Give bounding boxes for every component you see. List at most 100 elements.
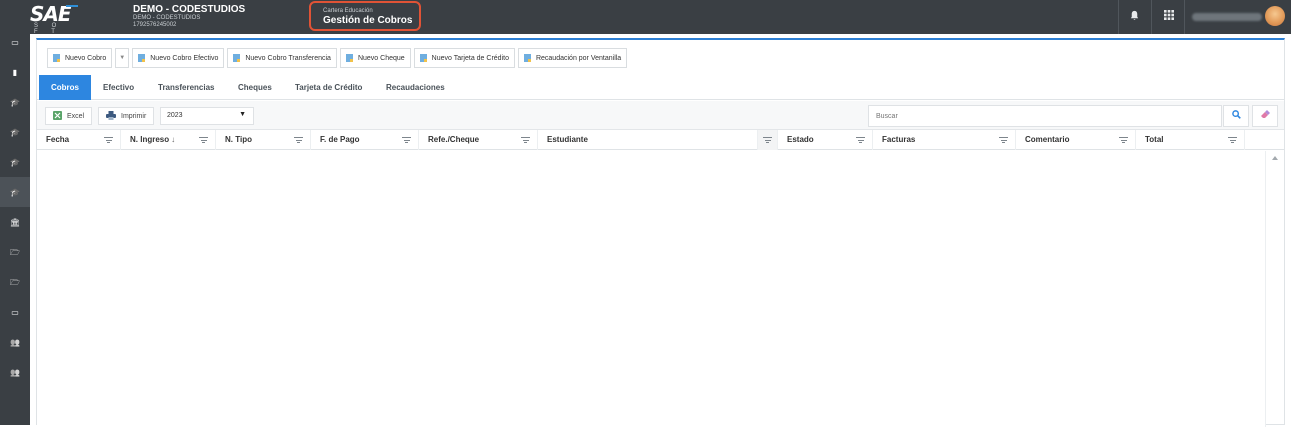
top-bar: SAE S O F T DEMO - CODESTUDIOS DEMO - CO…	[0, 0, 1291, 35]
recaudacion-ventanilla-button[interactable]: Recaudación por Ventanilla	[517, 48, 628, 68]
column-f-de-pago[interactable]: F. de Pago	[311, 130, 419, 150]
tab-tarjeta-credito[interactable]: Tarjeta de Crédito	[283, 75, 374, 100]
button-label: Recaudación por Ventanilla	[535, 54, 622, 62]
nuevo-cheque-button[interactable]: Nuevo Cheque	[339, 48, 411, 68]
app-logo[interactable]: SAE S O F T	[30, 2, 78, 35]
sidebar-item[interactable]: 🗁	[0, 267, 30, 297]
filter-icon[interactable]	[999, 137, 1008, 143]
column-n-ingreso[interactable]: N. Ingreso ↓	[121, 130, 216, 150]
sidebar-item[interactable]: 🏛	[0, 207, 30, 237]
column-estado[interactable]: Estado	[778, 130, 873, 150]
graduation-cap-icon: 🎓	[10, 188, 20, 197]
tab-cheques[interactable]: Cheques	[226, 75, 284, 100]
sidebar-item[interactable]: 🎓	[0, 177, 30, 207]
clear-filter-button[interactable]	[1252, 105, 1278, 127]
search-icon	[1231, 110, 1241, 121]
sidebar: ▭ ▮ 🎓 🎓 🎓 🎓 🏛 🗁 🗁 ▭ 👥 👥	[0, 34, 30, 425]
column-label: N. Ingreso	[130, 135, 170, 144]
tab-bar: Cobros Efectivo Transferencias Cheques T…	[37, 75, 1284, 100]
nuevo-cobro-transferencia-button[interactable]: Nuevo Cobro Transferencia	[227, 48, 337, 68]
filter-icon[interactable]	[402, 137, 411, 143]
module-indicator: Cartera Educación Gestión de Cobros	[309, 1, 421, 31]
sidebar-item[interactable]: 🎓	[0, 117, 30, 147]
button-label: Imprimir	[121, 112, 147, 120]
filter-icon[interactable]	[763, 137, 772, 143]
id-card-icon: ▭	[11, 38, 19, 47]
users-icon: 👥	[10, 368, 20, 377]
avatar[interactable]	[1265, 6, 1285, 26]
search-button[interactable]	[1223, 105, 1249, 127]
sort-desc-icon: ↓	[171, 135, 176, 144]
topbar-divider	[1184, 0, 1185, 34]
sidebar-item[interactable]: 🎓	[0, 87, 30, 117]
nuevo-cobro-dropdown-button[interactable]: ▼	[115, 48, 130, 68]
module-category: Cartera Educación	[323, 8, 373, 14]
vertical-scrollbar[interactable]	[1265, 151, 1284, 427]
column-label: Total	[1145, 135, 1164, 144]
document-icon	[233, 54, 241, 62]
column-label: N. Tipo	[225, 135, 252, 144]
filter-icon[interactable]	[1228, 137, 1237, 143]
sidebar-item[interactable]: 🎓	[0, 147, 30, 177]
scroll-up-arrow-icon[interactable]	[1272, 156, 1278, 160]
page-title: Gestión de Cobros	[323, 15, 413, 26]
sidebar-item[interactable]: ▮	[0, 57, 30, 87]
user-name[interactable]	[1192, 13, 1262, 21]
filter-icon[interactable]	[856, 137, 865, 143]
column-label: Comentario	[1025, 135, 1070, 144]
column-label: Facturas	[882, 135, 916, 144]
filter-icon[interactable]	[521, 137, 530, 143]
excel-button[interactable]: Excel	[45, 107, 93, 125]
tab-cobros[interactable]: Cobros	[39, 75, 91, 100]
topbar-divider	[1151, 0, 1152, 34]
document-icon	[53, 54, 60, 62]
logo-subtext: S O F T	[34, 23, 63, 35]
folder-open-icon: 🗁	[10, 248, 20, 257]
tab-recaudaciones[interactable]: Recaudaciones	[374, 75, 457, 100]
column-total[interactable]: Total	[1136, 130, 1245, 150]
column-n-tipo[interactable]: N. Tipo	[216, 130, 311, 150]
document-icon	[523, 54, 531, 62]
caret-down-icon: ▼	[239, 111, 246, 118]
sidebar-item[interactable]: 🗁	[0, 237, 30, 267]
users-icon: 👥	[10, 338, 20, 347]
column-label: F. de Pago	[320, 135, 360, 144]
nuevo-cobro-efectivo-button[interactable]: Nuevo Cobro Efectivo	[132, 48, 225, 68]
column-facturas[interactable]: Facturas	[873, 130, 1016, 150]
filter-icon[interactable]	[199, 137, 208, 143]
column-comentario[interactable]: Comentario	[1016, 130, 1136, 150]
id-card-icon: ▭	[11, 308, 19, 317]
filter-icon[interactable]	[104, 137, 113, 143]
nueva-tarjeta-button[interactable]: Nuevo Tarjeta de Crédito	[413, 48, 515, 68]
print-button[interactable]: Imprimir	[98, 107, 155, 125]
graduation-cap-icon: 🎓	[10, 158, 20, 167]
column-estudiante[interactable]: Estudiante	[538, 130, 758, 150]
company-line: DEMO - CODESTUDIOS	[133, 15, 201, 21]
sidebar-item[interactable]: ▭	[0, 27, 30, 57]
document-icon	[345, 54, 353, 62]
filter-icon[interactable]	[1119, 137, 1128, 143]
nuevo-cobro-button[interactable]: Nuevo Cobro	[47, 48, 113, 68]
column-estudiante-filter[interactable]	[758, 130, 778, 150]
folder-open-icon: 🗁	[10, 278, 20, 287]
printer-icon	[106, 110, 116, 122]
sidebar-item[interactable]: 👥	[0, 357, 30, 387]
company-info[interactable]: DEMO - CODESTUDIOS DEMO - CODESTUDIOS 17…	[133, 4, 245, 29]
grid-toolbar: Excel Imprimir 2023 ▼	[37, 101, 1284, 130]
sidebar-item[interactable]: ▭	[0, 297, 30, 327]
column-fecha[interactable]: Fecha	[37, 130, 121, 150]
year-select[interactable]: 2023 ▼	[160, 107, 254, 125]
filter-icon[interactable]	[294, 137, 303, 143]
action-bar: Nuevo Cobro ▼ Nuevo Cobro Efectivo Nuevo…	[47, 48, 628, 68]
bank-icon: 🏛	[9, 218, 21, 227]
button-label: Nuevo Cobro Efectivo	[150, 54, 219, 62]
column-refe-cheque[interactable]: Refe./Cheque	[419, 130, 538, 150]
bell-icon[interactable]	[1127, 10, 1141, 24]
apps-grid-icon[interactable]	[1162, 10, 1176, 24]
tab-transferencias[interactable]: Transferencias	[146, 75, 226, 100]
search-input[interactable]	[868, 105, 1222, 127]
sidebar-item[interactable]: 👥	[0, 327, 30, 357]
document-icon	[419, 54, 427, 62]
tab-efectivo[interactable]: Efectivo	[91, 75, 146, 100]
document-icon	[138, 54, 146, 62]
